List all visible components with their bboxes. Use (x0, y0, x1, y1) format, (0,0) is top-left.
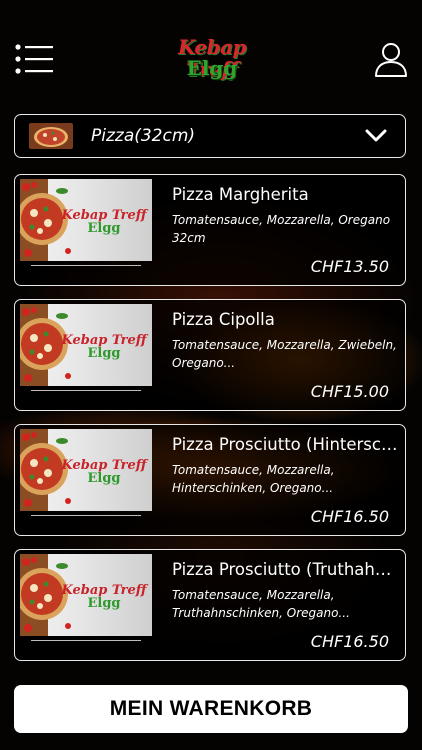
product-price: CHF13.50 (310, 257, 389, 276)
product-name: Pizza Cipolla (172, 310, 275, 329)
brand-logo: Kebap Treff Elgg (150, 36, 274, 86)
app-header: Kebap Treff Elgg (0, 0, 422, 110)
product-card[interactable]: Kebap Treff Elgg Pizza Prosciutto (Truth… (14, 549, 406, 661)
image-underline (31, 640, 141, 641)
product-description: Tomatensauce, Mozzarella, Hinterschinken… (172, 463, 335, 495)
thumb-logo-bottom: Elgg (87, 221, 120, 236)
product-image: Kebap Treff Elgg (20, 304, 152, 386)
image-underline (31, 515, 141, 516)
thumb-logo-bottom: Elgg (87, 596, 120, 611)
product-description: Tomatensauce, Mozzarella, Truthahnschink… (172, 588, 350, 620)
product-card[interactable]: Kebap Treff Elgg Pizza Cipolla Tomatensa… (14, 299, 406, 411)
product-name: Pizza Prosciutto (Truthahn... (172, 560, 400, 579)
product-image: Kebap Treff Elgg (20, 554, 152, 636)
user-icon[interactable] (374, 42, 408, 78)
product-price: CHF15.00 (310, 382, 389, 401)
thumb-logo-bottom: Elgg (87, 471, 120, 486)
product-image: Kebap Treff Elgg (20, 429, 152, 511)
product-description: Tomatensauce, Mozzarella, Zwiebeln, Oreg… (172, 338, 397, 370)
chevron-down-icon[interactable] (365, 129, 387, 143)
logo-text-bottom: Elgg (186, 56, 238, 80)
category-selected-label: Pizza(32cm) (91, 126, 196, 146)
product-card[interactable]: Kebap Treff Elgg Pizza Margherita Tomate… (14, 174, 406, 286)
product-description: Tomatensauce, Mozzarella, Oregano 32cm (172, 213, 391, 245)
category-dropdown[interactable]: Pizza(32cm) (14, 114, 406, 158)
product-name: Pizza Prosciutto (Hintersch... (172, 435, 400, 454)
product-price: CHF16.50 (310, 507, 389, 526)
image-underline (31, 390, 141, 391)
cart-button[interactable]: MEIN WARENKORB (14, 685, 408, 733)
hamburger-list-icon[interactable] (14, 43, 56, 75)
product-image: Kebap Treff Elgg (20, 179, 152, 261)
product-name: Pizza Margherita (172, 185, 309, 204)
thumb-logo-bottom: Elgg (87, 346, 120, 361)
image-underline (31, 265, 141, 266)
product-price: CHF16.50 (310, 632, 389, 651)
product-card[interactable]: Kebap Treff Elgg Pizza Prosciutto (Hinte… (14, 424, 406, 536)
pizza-category-image (29, 123, 73, 149)
